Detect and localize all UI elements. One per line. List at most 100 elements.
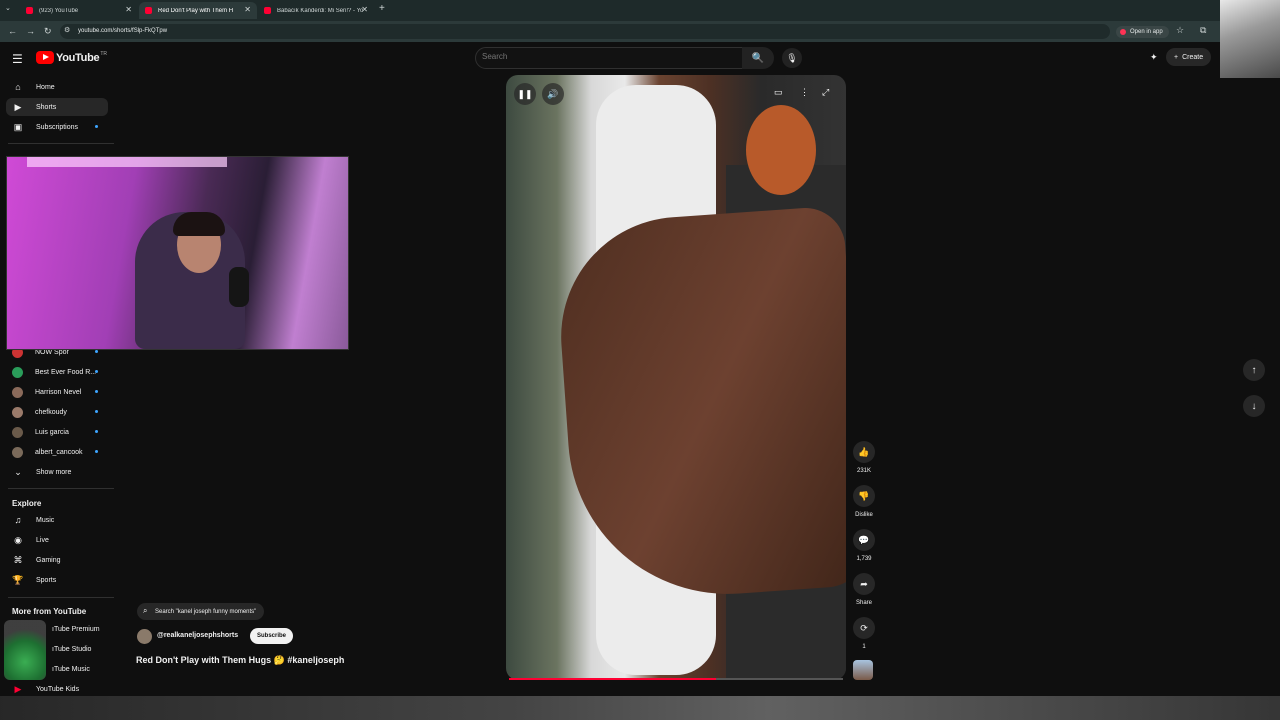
sidebar-item-gaming[interactable]: ⌘ Gaming <box>6 551 108 569</box>
suggested-search-chip[interactable]: ⌕ Search "kanel joseph funny moments" <box>137 603 265 620</box>
remix-count: 1 <box>862 644 866 650</box>
comments-action[interactable]: 💬 1,739 <box>852 529 876 562</box>
webcam-overlay <box>6 156 349 350</box>
channel-avatar <box>12 386 23 398</box>
sidebar-item-sports[interactable]: 🏆 Sports <box>6 571 108 589</box>
sidebar-item-subscriptions[interactable]: ▣ Subscriptions <box>6 118 108 136</box>
home-icon: ⌂ <box>15 82 21 92</box>
channel-avatar[interactable] <box>137 629 152 644</box>
sidebar-divider <box>8 488 114 489</box>
sparkle-icon[interactable]: ✦ <box>1150 52 1158 63</box>
close-tab-icon[interactable]: ✕ <box>361 5 368 14</box>
arrow-down-icon: ↓ <box>1251 400 1257 412</box>
streamer-microphone <box>229 267 249 307</box>
sidebar-item-live[interactable]: ◉ Live <box>6 531 108 549</box>
overlay-sticker <box>4 620 46 680</box>
tab-search-dropdown-icon[interactable]: ⌄ <box>5 4 11 12</box>
sidebar-sub-best-ever-food[interactable]: Best Ever Food R... <box>6 363 108 381</box>
comments-button[interactable]: 💬 <box>853 529 875 551</box>
url-text[interactable]: youtube.com/shorts/fSlp-FkQTpw <box>78 28 167 34</box>
address-bar[interactable] <box>60 24 1110 39</box>
video-progress-bar[interactable] <box>509 678 843 680</box>
sidebar-divider <box>8 143 114 144</box>
previous-short-button[interactable]: ↑ <box>1243 359 1265 381</box>
extensions-icon[interactable]: ⧉ <box>1200 25 1206 36</box>
sidebar-item-label: Harrison Nevel <box>35 388 82 396</box>
logo-wordmark: YouTube <box>56 51 100 64</box>
sidebar-item-label: Live <box>36 536 49 544</box>
music-icon: ♫ <box>14 515 22 525</box>
like-action[interactable]: 👍 231K <box>852 441 876 474</box>
sidebar-item-label: albert_cancook <box>35 448 83 456</box>
next-short-button[interactable]: ↓ <box>1243 395 1265 417</box>
dislike-button[interactable]: 👎 <box>853 485 875 507</box>
remix-button[interactable]: ⟳ <box>853 617 875 639</box>
open-in-app-label: Open in app <box>1130 29 1163 35</box>
channel-name[interactable]: @realkaneljosephshorts <box>157 632 238 639</box>
sidebar-item-label: Music <box>36 516 55 524</box>
sidebar-item-label: YouTube Kids <box>36 685 80 693</box>
youtube-kids-icon: ▶ <box>14 683 22 694</box>
live-icon: ◉ <box>14 534 22 545</box>
comment-icon: 💬 <box>858 534 870 545</box>
close-tab-icon[interactable]: ✕ <box>244 5 251 14</box>
tab-current-short[interactable]: Red Don't Play with Them H ✕ <box>139 2 257 19</box>
sidebar-sub-albert-cancook[interactable]: albert_cancook <box>6 443 108 461</box>
close-tab-icon[interactable]: ✕ <box>125 5 132 14</box>
search-input[interactable] <box>482 52 682 61</box>
sidebar-item-label: Sports <box>36 576 57 584</box>
pause-button[interactable]: ❚❚ <box>514 83 536 105</box>
new-tab-button[interactable]: + <box>379 3 385 14</box>
remix-icon: ⟳ <box>860 622 868 633</box>
sidebar-item-music[interactable]: ♫ Music <box>6 511 108 529</box>
tab-babacik[interactable]: Babacık Kanderdi: Mi Sen!? - Yo ✕ <box>258 2 374 19</box>
microphone-icon: 🎙 <box>786 52 798 63</box>
bookmark-star-icon[interactable]: ☆ <box>1176 25 1184 36</box>
back-arrow-icon[interactable]: ← <box>8 26 17 36</box>
voice-search-button[interactable]: 🎙 <box>782 48 802 68</box>
hamburger-menu-icon[interactable]: ☰ <box>12 52 23 66</box>
app-icon <box>1120 29 1126 35</box>
create-button[interactable]: + Create <box>1166 48 1212 66</box>
open-in-app-button[interactable]: Open in app <box>1116 26 1169 38</box>
share-action[interactable]: ➦ Share <box>852 573 876 606</box>
sidebar-item-label: Gaming <box>36 556 61 564</box>
channel-avatar <box>12 366 23 378</box>
subscribe-button[interactable]: Subscribe <box>250 628 294 644</box>
captions-icon[interactable]: ▭ <box>774 87 783 98</box>
sidebar-item-label: chefkoudy <box>35 408 67 416</box>
site-info-icon[interactable]: ⚙ <box>64 26 70 34</box>
sidebar-sub-chefkoudy[interactable]: chefkoudy <box>6 403 108 421</box>
chevron-down-icon: ⌄ <box>14 466 22 477</box>
sidebar-item-label: ıTube Music <box>52 665 90 673</box>
sidebar-item-shorts[interactable]: ▶ Shorts <box>6 98 108 116</box>
dislike-action[interactable]: 👎 Dislike <box>852 485 876 518</box>
fullscreen-icon[interactable]: ⤢ <box>822 87 829 98</box>
tab-youtube-home[interactable]: (923) YouTube ✕ <box>20 2 138 19</box>
plus-icon: + <box>1174 53 1179 61</box>
sound-channel-thumbnail[interactable] <box>853 660 873 680</box>
like-count: 231K <box>856 468 871 474</box>
sidebar-sub-harrison-nevel[interactable]: Harrison Nevel <box>6 383 108 401</box>
sidebar-item-label: Shorts <box>36 103 57 111</box>
more-vert-icon[interactable]: ⋮ <box>800 87 809 98</box>
youtube-favicon-icon <box>145 7 152 14</box>
remix-action[interactable]: ⟳ 1 <box>852 617 876 650</box>
forward-arrow-icon[interactable]: → <box>26 26 35 36</box>
youtube-logo[interactable]: YouTube TR <box>36 51 107 64</box>
ceiling-light <box>27 157 227 167</box>
reload-icon[interactable]: ↻ <box>44 26 52 37</box>
sidebar-item-label: ıTube Studio <box>52 645 92 653</box>
video-title[interactable]: Red Don't Play with Them Hugs 🤔 #kaneljo… <box>136 655 344 666</box>
shorts-video-player[interactable]: ❚❚ 🔊 ▭ ⋮ ⤢ <box>506 75 846 680</box>
sidebar-sub-luis-garcia[interactable]: Luis garcia <box>6 423 108 441</box>
arrow-up-icon: ↑ <box>1251 364 1257 376</box>
share-button[interactable]: ➦ <box>853 573 875 595</box>
volume-button[interactable]: 🔊 <box>542 83 564 105</box>
sidebar-item-home[interactable]: ⌂ Home <box>6 78 108 96</box>
search-button[interactable]: 🔍 <box>742 47 774 69</box>
subscribe-label: Subscribe <box>257 633 287 639</box>
sidebar-show-more[interactable]: ⌄ Show more <box>6 463 108 481</box>
new-content-dot <box>95 450 98 453</box>
like-button[interactable]: 👍 <box>853 441 875 463</box>
